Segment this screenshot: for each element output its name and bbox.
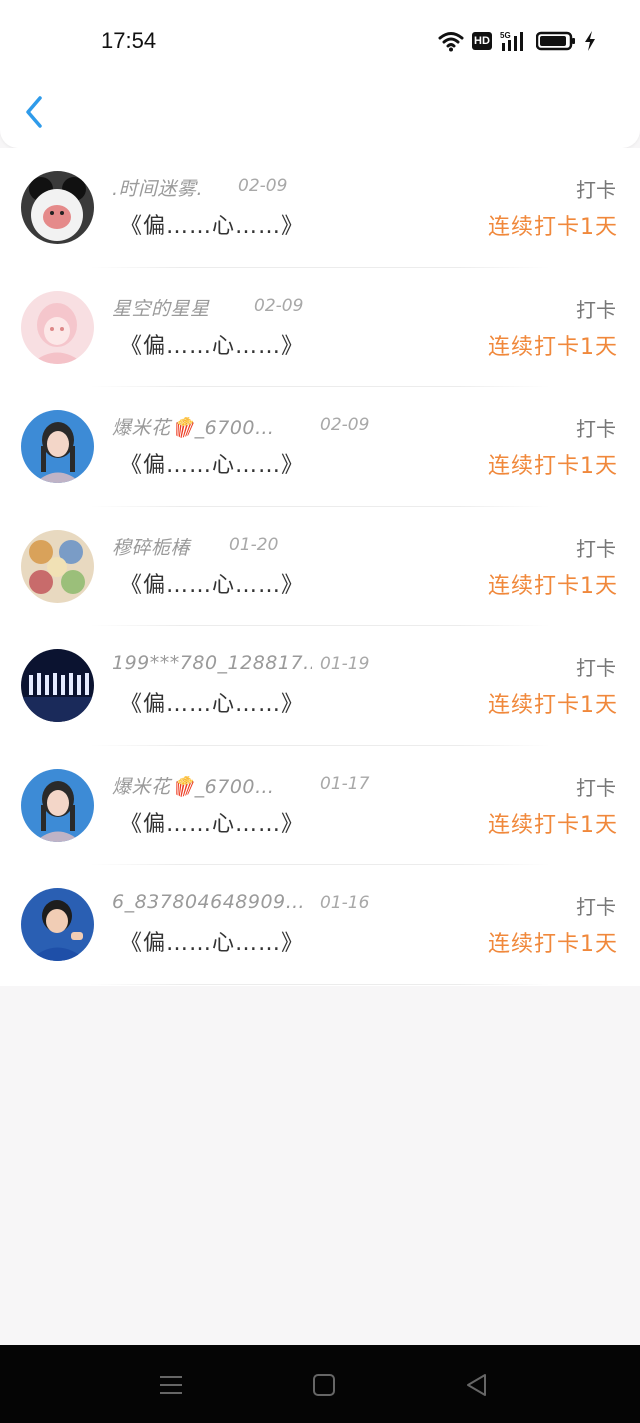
- book-title: 《偏……心……》: [120, 931, 305, 956]
- book-title: 《偏……心……》: [120, 333, 305, 359]
- checkin-row[interactable]: 爆米花🍿_6700… 01-17 《偏……心……》 打卡连续打卡1天: [0, 746, 640, 865]
- streak-label: 连续打卡1天: [488, 334, 618, 360]
- system-nav-bar: [0, 1345, 640, 1423]
- top-bar: 17:54 HD 5G: [0, 0, 640, 148]
- battery-icon: [536, 31, 575, 51]
- streak-label: 连续打卡1天: [488, 454, 618, 479]
- avatar[interactable]: [21, 171, 94, 244]
- book-title: 《偏……心……》: [120, 214, 305, 239]
- user-name: 199***780_128817…: [112, 652, 312, 674]
- menu-icon[interactable]: [157, 1371, 185, 1399]
- user-name: 6_837804648909…: [112, 891, 306, 913]
- checkin-label: 打卡: [576, 297, 616, 322]
- book-title: 《偏……心……》: [120, 811, 305, 837]
- checkin-row[interactable]: .时间迷雾. 02-09 《偏……心……》 打卡 连续打卡1天: [0, 148, 640, 268]
- checkin-row[interactable]: 爆米花🍿_6700… 02-09 《偏……心……》 打卡连续打卡1天: [0, 387, 640, 507]
- checkin-date: 01-19: [320, 654, 370, 674]
- checkin-date: 01-16: [320, 893, 370, 913]
- checkin-label: 打卡: [576, 895, 616, 919]
- streak-label: 连续打卡1天: [488, 215, 618, 240]
- back-button[interactable]: [22, 94, 48, 130]
- checkin-date: 02-09: [320, 415, 370, 435]
- checkin-label: 打卡: [576, 656, 616, 680]
- checkin-row[interactable]: 199***780_128817… 01-19 《偏……心……》 打卡连续打卡1天: [0, 626, 640, 746]
- checkin-row[interactable]: 穆碎栀椿 01-20 《偏……心……》 打卡连续打卡1天: [0, 507, 640, 626]
- row-divider: [90, 983, 550, 985]
- book-title: 《偏……心……》: [120, 572, 305, 598]
- book-title: 《偏……心……》: [120, 453, 305, 478]
- book-title: 《偏……心……》: [120, 692, 305, 717]
- checkin-label: 打卡: [576, 417, 616, 441]
- nav-back-icon[interactable]: [463, 1371, 491, 1399]
- status-icons: HD 5G: [438, 28, 596, 54]
- checkin-date: 01-17: [320, 773, 370, 794]
- avatar[interactable]: [21, 649, 94, 722]
- checkin-label: 打卡: [576, 775, 616, 800]
- checkin-date: 02-09: [254, 295, 304, 316]
- checkin-row[interactable]: 星空的星星 02-09 《偏……心……》 打卡 连续打卡1天: [0, 268, 640, 387]
- streak-label: 连续打卡1天: [488, 693, 618, 718]
- avatar[interactable]: [21, 290, 94, 364]
- user-name: 爆米花🍿_6700…: [112, 775, 275, 798]
- checkin-label: 打卡: [576, 536, 616, 561]
- avatar[interactable]: [21, 529, 94, 603]
- home-icon[interactable]: [310, 1371, 338, 1399]
- checkin-date: 01-20: [229, 534, 279, 555]
- wifi-icon: [438, 32, 464, 52]
- streak-label: 连续打卡1天: [488, 932, 618, 957]
- checkin-list: .时间迷雾. 02-09 《偏……心……》 打卡 连续打卡1天 星空的星星 02-09 《偏……: [0, 148, 640, 986]
- checkin-row[interactable]: 6_837804648909… 01-16 《偏……心……》 打卡连续打卡1天: [0, 865, 640, 985]
- checkin-label: 打卡: [576, 178, 616, 202]
- user-name: 穆碎栀椿: [112, 536, 191, 559]
- charging-icon: [585, 31, 595, 51]
- signal-icon: 5G: [500, 31, 523, 51]
- svg-text:5G: 5G: [500, 31, 511, 40]
- hd-icon: HD: [472, 32, 492, 50]
- checkin-date: 02-09: [238, 176, 288, 196]
- avatar[interactable]: [21, 410, 94, 483]
- streak-label: 连续打卡1天: [488, 812, 618, 838]
- user-name: 爆米花🍿_6700…: [112, 417, 275, 439]
- avatar[interactable]: [21, 888, 94, 961]
- streak-label: 连续打卡1天: [488, 573, 618, 599]
- status-time: 17:54: [101, 28, 157, 53]
- avatar[interactable]: [21, 768, 94, 842]
